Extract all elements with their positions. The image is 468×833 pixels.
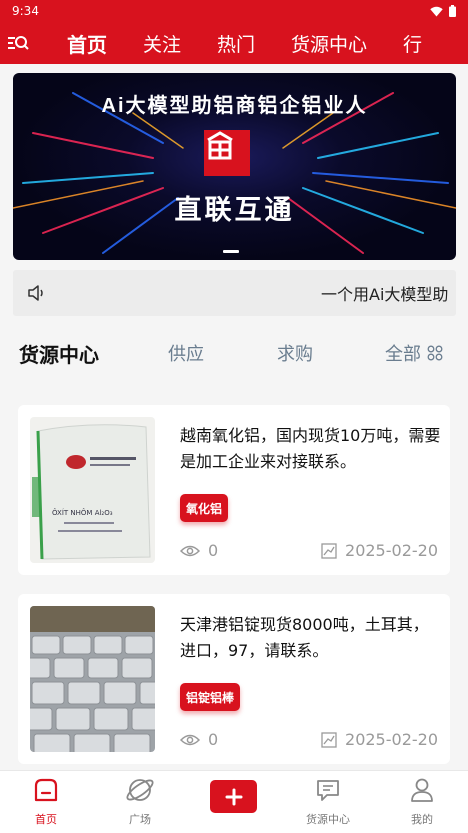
view-count: 0: [180, 730, 218, 749]
bag-label-text: ÔXÍT NHÔM Al₂O₃: [52, 508, 113, 517]
tab-hot[interactable]: 热门: [217, 30, 255, 57]
banner-logo: [204, 130, 250, 176]
wifi-icon: [430, 6, 443, 16]
supply-section-header: 货源中心 供应 求购 全部: [0, 330, 468, 376]
eye-icon: [180, 545, 200, 556]
notice-bar[interactable]: 一个用Ai大模型助: [13, 270, 456, 316]
category-tag[interactable]: 氧化铝: [180, 494, 229, 522]
status-icons: [430, 5, 456, 17]
speaker-icon: [13, 284, 61, 302]
filter-all-label: 全部: [385, 344, 421, 365]
bottom-nav-supply-center[interactable]: 货源中心: [288, 771, 368, 833]
view-count: 0: [180, 541, 218, 560]
banner-title: Ai大模型助铝商铝企铝业人: [101, 95, 368, 117]
chart-icon: [321, 542, 337, 559]
bottom-nav-supply-center-label: 货源中心: [306, 813, 350, 826]
section-title: 货源中心: [19, 342, 99, 367]
menu-search-icon[interactable]: [0, 34, 36, 52]
supply-card[interactable]: ÔXÍT NHÔM Al₂O₃ 越南氧化铝，国内现货10万吨，需要是加工企业来对…: [18, 405, 450, 575]
bottom-nav-home[interactable]: 首页: [6, 771, 86, 833]
bottom-nav-home-label: 首页: [35, 813, 57, 826]
post-date-value: 2025-02-20: [345, 730, 438, 749]
category-tag[interactable]: 铝锭铝棒: [180, 683, 241, 711]
message-icon: [315, 775, 341, 805]
nav-tabs: 首页 关注 热门 货源中心 行: [67, 29, 458, 58]
card-title: 天津港铝锭现货8000吨，土耳其，进口，97，请联系。: [180, 615, 429, 660]
tab-industry[interactable]: 行: [403, 30, 422, 57]
banner-pager-indicator: [223, 250, 239, 253]
post-date-value: 2025-02-20: [345, 541, 438, 560]
post-date: 2025-02-20: [321, 730, 438, 749]
bottom-nav-plaza-label: 广场: [129, 813, 151, 826]
top-nav: 首页 关注 热门 货源中心 行: [0, 22, 468, 64]
bottom-nav-mine[interactable]: 我的: [382, 771, 462, 833]
banner-subtitle: 直联互通: [174, 195, 295, 226]
bottom-nav-plaza[interactable]: 广场: [100, 771, 180, 833]
status-bar: 9:34: [0, 0, 468, 22]
filter-supply[interactable]: 供应: [168, 340, 204, 366]
aluminum-ingot-image: [30, 606, 155, 752]
tab-follow[interactable]: 关注: [143, 30, 181, 57]
grid-icon: [427, 345, 443, 361]
bottom-nav-mine-label: 我的: [411, 813, 433, 826]
view-count-value: 0: [208, 730, 219, 749]
eye-icon: [180, 734, 200, 745]
chart-icon: [321, 731, 337, 748]
notice-text: 一个用Ai大模型助: [321, 285, 449, 304]
bottom-nav: 首页 广场 货源中心 我的: [0, 770, 468, 833]
publish-plus-button[interactable]: [210, 780, 257, 813]
plus-icon: [225, 788, 242, 805]
user-icon: [409, 775, 435, 805]
view-count-value: 0: [208, 541, 219, 560]
alumina-bag-image: ÔXÍT NHÔM Al₂O₃: [30, 417, 155, 563]
home-icon: [33, 775, 59, 805]
app-screen: 9:34 首页 关注 热门 货源中心 行 Ai大模型助铝商铝企铝业人 直联互通 …: [0, 0, 468, 833]
supply-card[interactable]: 天津港铝锭现货8000吨，土耳其，进口，97，请联系。 铝锭铝棒 0 2025-…: [18, 594, 450, 764]
tab-home[interactable]: 首页: [67, 29, 107, 58]
post-date: 2025-02-20: [321, 541, 438, 560]
tab-supply-center[interactable]: 货源中心: [291, 30, 367, 57]
filter-demand[interactable]: 求购: [277, 340, 313, 366]
planet-icon: [126, 775, 154, 805]
promo-banner[interactable]: Ai大模型助铝商铝企铝业人 直联互通: [13, 73, 456, 260]
card-title: 越南氧化铝，国内现货10万吨，需要是加工企业来对接联系。: [180, 426, 441, 471]
filter-all[interactable]: 全部: [385, 340, 443, 366]
battery-icon: [449, 5, 456, 17]
status-time: 9:34: [12, 4, 39, 18]
